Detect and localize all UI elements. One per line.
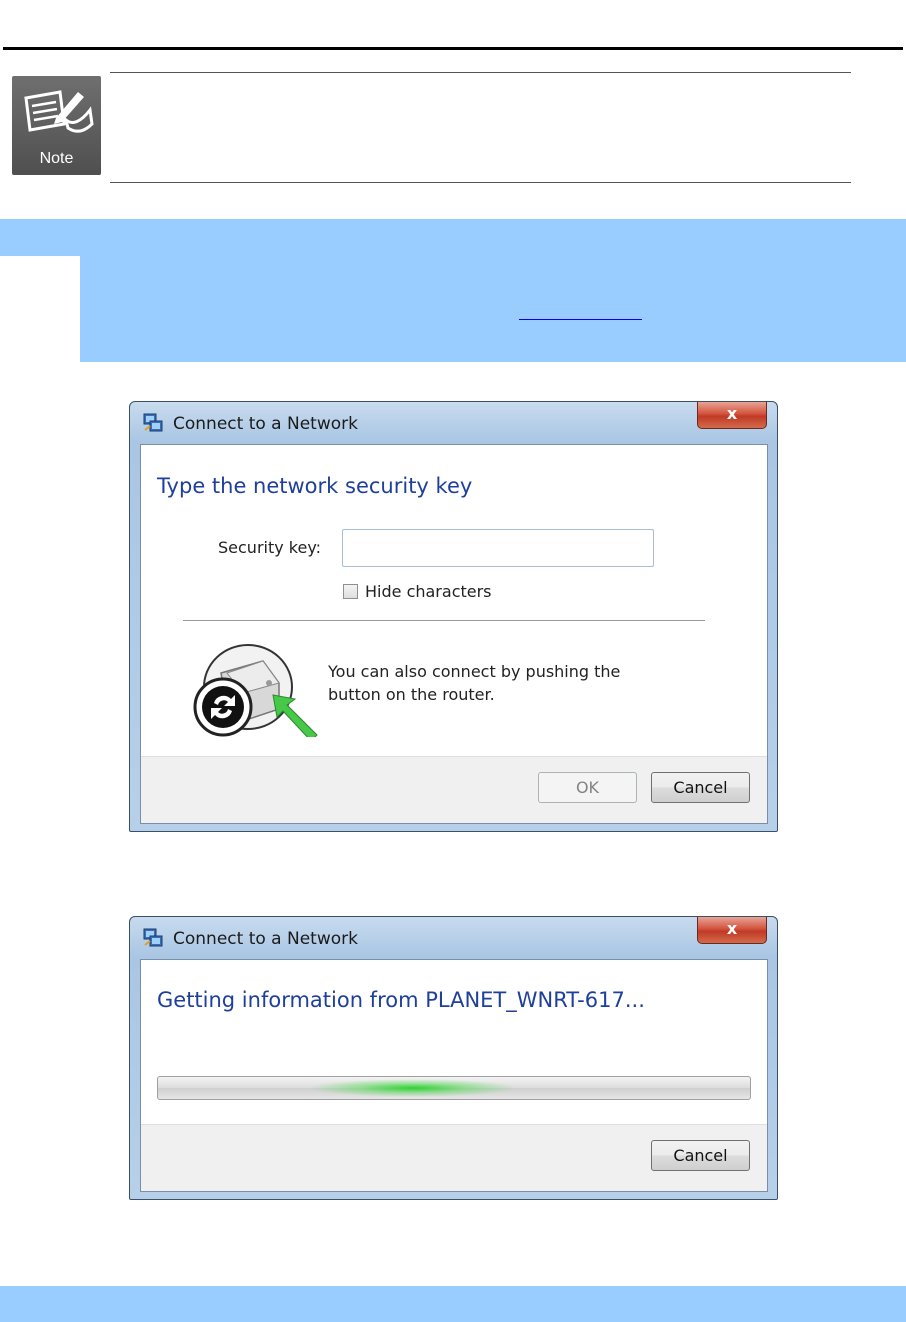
close-button[interactable]: x — [697, 917, 767, 944]
highlight-band-bottom — [0, 1286, 906, 1322]
dialog-client-area: Type the network security key Security k… — [140, 444, 768, 824]
wps-hint: You can also connect by pushing the butt… — [328, 660, 620, 706]
hyperlink-underline[interactable] — [519, 316, 642, 320]
close-button[interactable]: x — [697, 402, 767, 429]
note-label: Note — [39, 150, 74, 167]
hide-characters-label[interactable]: Hide characters — [365, 582, 492, 601]
security-key-label: Security key: — [218, 538, 322, 557]
cancel-button[interactable]: Cancel — [651, 772, 750, 803]
progress-marquee — [308, 1079, 518, 1097]
hide-characters-checkbox[interactable] — [343, 584, 358, 599]
dialog-footer: OK Cancel — [141, 756, 767, 823]
dialog-footer: Cancel — [141, 1124, 767, 1191]
dialog-heading: Getting information from PLANET_WNRT-617… — [157, 988, 645, 1012]
dialog-heading: Type the network security key — [157, 474, 473, 498]
network-connect-icon — [143, 413, 163, 432]
wps-router-icon — [193, 644, 318, 737]
separator — [183, 620, 705, 621]
note-bottom-line — [110, 182, 851, 183]
progress-bar — [157, 1076, 751, 1100]
security-key-input[interactable] — [342, 529, 654, 567]
network-connect-icon — [143, 928, 163, 947]
connect-dialog-security-key: Connect to a Network x Type the network … — [129, 401, 778, 832]
note-icon: Note — [12, 76, 101, 175]
wps-hint-line2: button on the router. — [328, 685, 495, 704]
close-icon: x — [726, 919, 738, 938]
close-icon: x — [726, 404, 738, 423]
dialog-title: Connect to a Network — [173, 414, 358, 434]
ok-button[interactable]: OK — [538, 772, 637, 803]
note-pencil-icon — [24, 90, 94, 133]
wps-hint-line1: You can also connect by pushing the — [328, 662, 621, 681]
dialog-client-area: Getting information from PLANET_WNRT-617… — [140, 959, 768, 1192]
note-top-line — [110, 72, 851, 73]
cancel-button[interactable]: Cancel — [651, 1140, 750, 1171]
connect-dialog-getting-info: Connect to a Network x Getting informati… — [129, 916, 778, 1200]
dialog-title: Connect to a Network — [173, 929, 358, 949]
top-rule — [3, 47, 903, 50]
highlight-band — [80, 219, 906, 362]
